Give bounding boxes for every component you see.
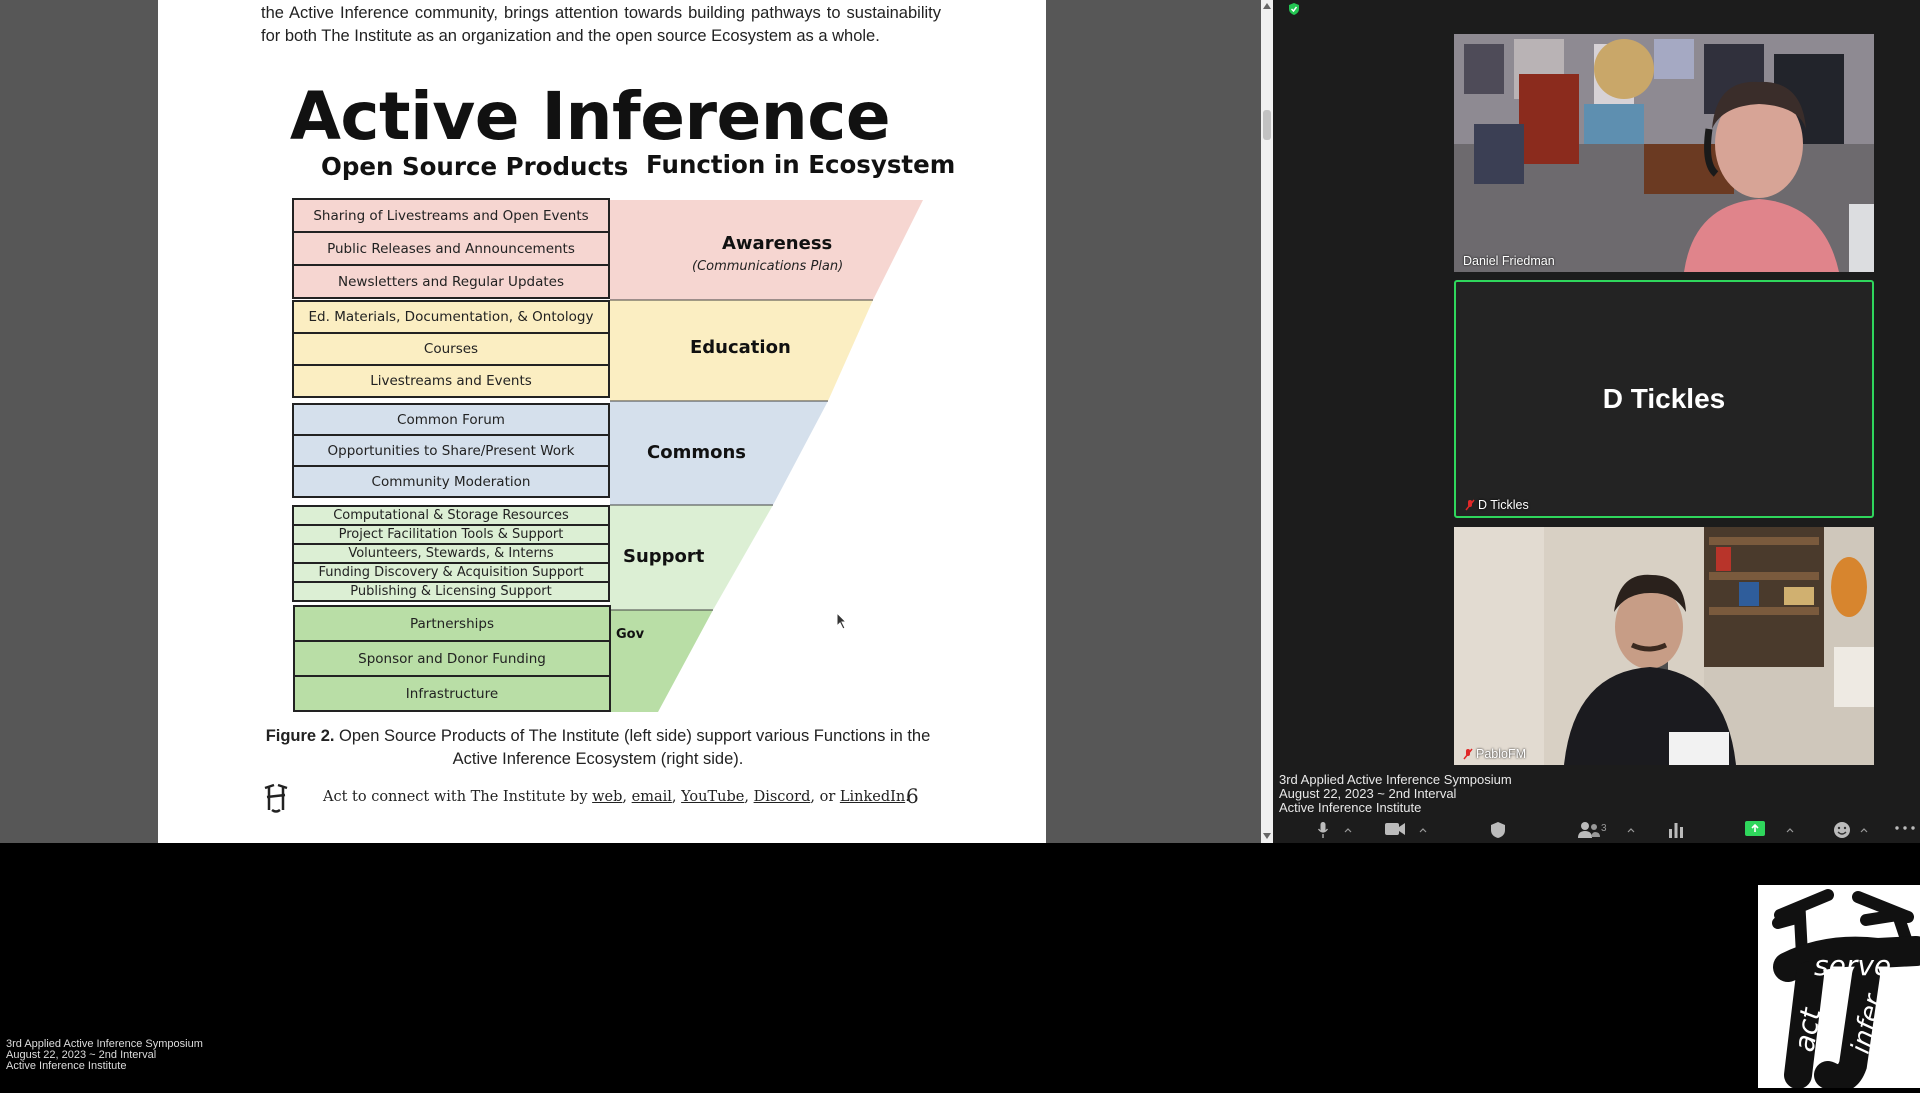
participant-name-row: PabloFM bbox=[1463, 747, 1526, 761]
caption-text: Open Source Products of The Institute (l… bbox=[334, 727, 931, 768]
webcam-video bbox=[1454, 34, 1874, 272]
product-cell: Opportunities to Share/Present Work bbox=[292, 434, 610, 467]
product-cell: Sharing of Livestreams and Open Events bbox=[292, 198, 610, 233]
session-org: Active Inference Institute bbox=[1279, 800, 1422, 815]
footer-separator: , or bbox=[810, 789, 840, 805]
video-meeting-panel: Daniel Friedman D Tickles D Tickles Pabl… bbox=[1273, 0, 1920, 843]
footer-separator: , bbox=[671, 789, 682, 805]
vertical-scrollbar[interactable] bbox=[1261, 0, 1273, 843]
participant-name: D Tickles bbox=[1478, 498, 1529, 512]
share-screen-icon[interactable] bbox=[1744, 820, 1766, 838]
chevron-up-icon[interactable] bbox=[1860, 827, 1868, 833]
function-support: Support bbox=[623, 546, 705, 567]
product-cell: Community Moderation bbox=[292, 465, 610, 498]
participants-icon[interactable] bbox=[1577, 821, 1601, 839]
participant-name-row: D Tickles bbox=[1465, 498, 1529, 512]
product-cell: Common Forum bbox=[292, 403, 610, 436]
more-options-icon[interactable] bbox=[1895, 826, 1915, 830]
product-cell: Newsletters and Regular Updates bbox=[292, 264, 610, 299]
session-info: 3rd Applied Active Inference Symposium A… bbox=[1279, 773, 1512, 815]
mouse-cursor-icon bbox=[836, 612, 848, 630]
stream-info-overlay: 3rd Applied Active Inference Symposium A… bbox=[6, 1039, 203, 1072]
participant-name: Daniel Friedman bbox=[1463, 254, 1555, 268]
caption-label: Figure 2. bbox=[265, 727, 335, 745]
security-icon[interactable] bbox=[1490, 821, 1506, 839]
band-gov bbox=[610, 610, 713, 712]
meeting-toolbar: 3 bbox=[1273, 818, 1920, 843]
product-cell: Sponsor and Donor Funding bbox=[293, 640, 611, 677]
product-cell: Project Facilitation Tools & Support bbox=[292, 524, 610, 545]
video-tile-pablofm[interactable]: PabloFM bbox=[1454, 527, 1874, 765]
product-cell: Publishing & Licensing Support bbox=[292, 581, 610, 602]
participant-name: PabloFM bbox=[1476, 747, 1527, 761]
link-linkedin[interactable]: LinkedIn bbox=[840, 789, 905, 805]
figure-caption: Figure 2. Open Source Products of The In… bbox=[258, 725, 938, 771]
microphone-icon[interactable] bbox=[1317, 821, 1329, 839]
stream-org: Active Inference Institute bbox=[6, 1060, 127, 1072]
product-cell: Public Releases and Announcements bbox=[292, 231, 610, 266]
product-cell: Volunteers, Stewards, & Interns bbox=[292, 543, 610, 564]
participant-count: 3 bbox=[1601, 823, 1607, 834]
product-cell: Partnerships bbox=[293, 605, 611, 642]
participant-display-name: D Tickles bbox=[1602, 383, 1726, 414]
act-infer-serve-logo: serve act infer bbox=[1758, 885, 1920, 1093]
product-cell: Ed. Materials, Documentation, & Ontology bbox=[292, 300, 610, 334]
polls-icon[interactable] bbox=[1667, 821, 1685, 839]
product-cell: Computational & Storage Resources bbox=[292, 505, 610, 526]
product-cell: Courses bbox=[292, 332, 610, 366]
scroll-thumb[interactable] bbox=[1263, 110, 1271, 140]
webcam-video bbox=[1454, 527, 1874, 765]
products-gov: Partnerships Sponsor and Donor Funding I… bbox=[293, 605, 611, 712]
video-tile-daniel[interactable]: Daniel Friedman bbox=[1454, 34, 1874, 272]
footer-separator: , bbox=[622, 789, 632, 805]
chevron-up-icon[interactable] bbox=[1627, 827, 1635, 833]
link-web[interactable]: web bbox=[592, 789, 622, 805]
page-number: 6 bbox=[906, 784, 919, 808]
institute-logo-icon: serve act infer bbox=[1772, 889, 1920, 1093]
reactions-icon[interactable] bbox=[1833, 821, 1851, 839]
product-cell: Infrastructure bbox=[293, 675, 611, 712]
link-youtube[interactable]: YouTube bbox=[681, 789, 744, 805]
function-gov: Gov bbox=[616, 627, 645, 642]
products-education: Ed. Materials, Documentation, & Ontology… bbox=[292, 300, 610, 398]
chevron-up-icon[interactable] bbox=[1786, 827, 1794, 833]
products-support: Computational & Storage Resources Projec… bbox=[292, 505, 610, 602]
logo-word-serve: serve bbox=[1814, 949, 1891, 982]
chevron-up-icon[interactable] bbox=[1419, 827, 1427, 833]
footer-separator: , bbox=[744, 789, 754, 805]
logo-word-act: act bbox=[1787, 1005, 1827, 1055]
pdf-page: the Active Inference community, brings a… bbox=[158, 0, 1046, 843]
function-awareness: Awareness bbox=[722, 233, 833, 254]
security-shield-icon bbox=[1289, 3, 1299, 15]
link-discord[interactable]: Discord bbox=[754, 789, 811, 805]
scroll-down-arrow-icon[interactable] bbox=[1263, 833, 1271, 839]
chevron-up-icon[interactable] bbox=[1344, 827, 1352, 833]
product-cell: Funding Discovery & Acquisition Support bbox=[292, 562, 610, 583]
product-cell: Livestreams and Events bbox=[292, 364, 610, 398]
mic-muted-icon bbox=[1465, 499, 1475, 511]
products-awareness: Sharing of Livestreams and Open Events P… bbox=[292, 198, 610, 299]
products-commons: Common Forum Opportunities to Share/Pres… bbox=[292, 403, 610, 498]
scroll-up-arrow-icon[interactable] bbox=[1263, 3, 1271, 9]
mic-muted-icon bbox=[1463, 748, 1473, 760]
function-education: Education bbox=[690, 337, 791, 358]
function-awareness-sub: (Communications Plan) bbox=[692, 259, 844, 274]
institute-logo-icon bbox=[264, 783, 288, 813]
session-title: 3rd Applied Active Inference Symposium bbox=[1279, 772, 1512, 787]
session-date: August 22, 2023 ~ 2nd Interval bbox=[1279, 786, 1457, 801]
footer-prefix: Act to connect with The Institute by bbox=[323, 789, 593, 805]
footer-links: Act to connect with The Institute by web… bbox=[323, 789, 910, 805]
function-commons: Commons bbox=[647, 442, 746, 463]
document-viewer: the Active Inference community, brings a… bbox=[0, 0, 1273, 843]
video-camera-icon[interactable] bbox=[1384, 822, 1406, 836]
link-email[interactable]: email bbox=[632, 789, 672, 805]
video-tile-d-tickles[interactable]: D Tickles D Tickles bbox=[1454, 280, 1874, 518]
